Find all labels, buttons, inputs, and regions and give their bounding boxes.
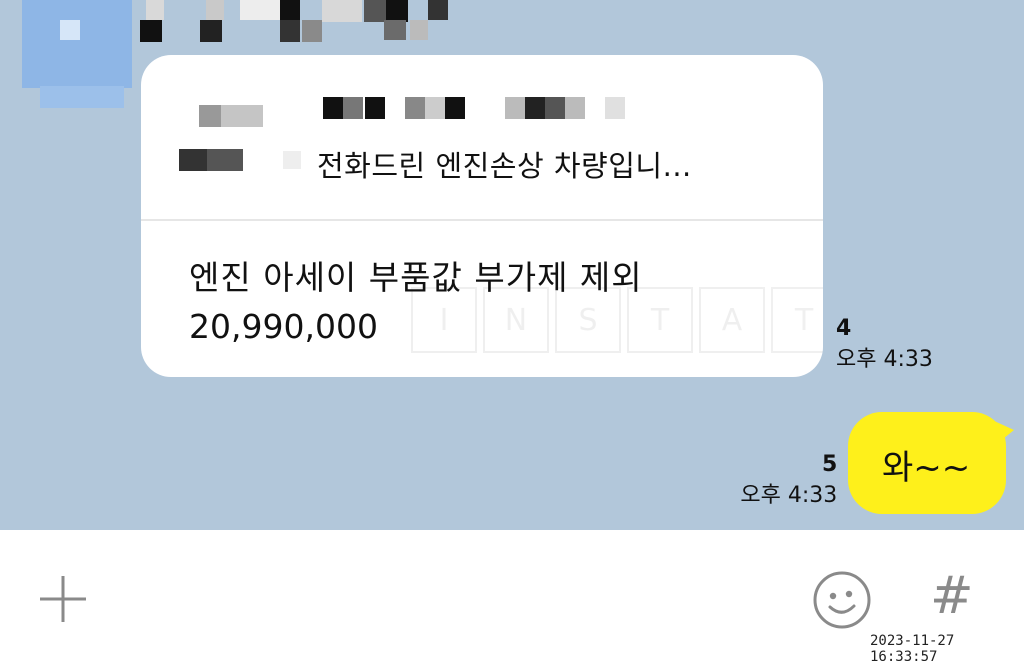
received-card-message[interactable]: 전화드린 엔진손상 차량입니... I N S T A T 엔진 아세이 부품값…	[141, 55, 823, 377]
unread-count: 5	[822, 452, 838, 477]
chat-area[interactable]: 전화드린 엔진손상 차량입니... I N S T A T 엔진 아세이 부품값…	[0, 0, 1024, 530]
capture-timestamp: 2023-11-27 16:33:57	[870, 633, 1024, 665]
card-divider	[141, 219, 823, 221]
message-time: 오후 4:33	[836, 347, 933, 372]
hash-icon[interactable]: #	[930, 566, 974, 626]
sent-message-text: 와~~	[882, 448, 971, 488]
plus-icon[interactable]	[38, 574, 88, 624]
sent-message-meta: 5 오후 4:33	[726, 452, 837, 509]
message-time: 오후 4:33	[740, 483, 838, 508]
card-price: 20,990,000	[189, 307, 378, 346]
sent-message-bubble[interactable]: 와~~	[848, 412, 1014, 514]
card-preview-text: 전화드린 엔진손상 차량입니...	[317, 149, 692, 183]
emoji-icon[interactable]	[812, 570, 872, 630]
card-title: 엔진 아세이 부품값 부가제 제외	[189, 258, 643, 297]
sender-avatar[interactable]	[22, 0, 132, 108]
received-message-meta: 4 오후 4:33	[836, 316, 933, 373]
sender-name-censored	[140, 0, 460, 42]
unread-count: 4	[836, 316, 852, 341]
